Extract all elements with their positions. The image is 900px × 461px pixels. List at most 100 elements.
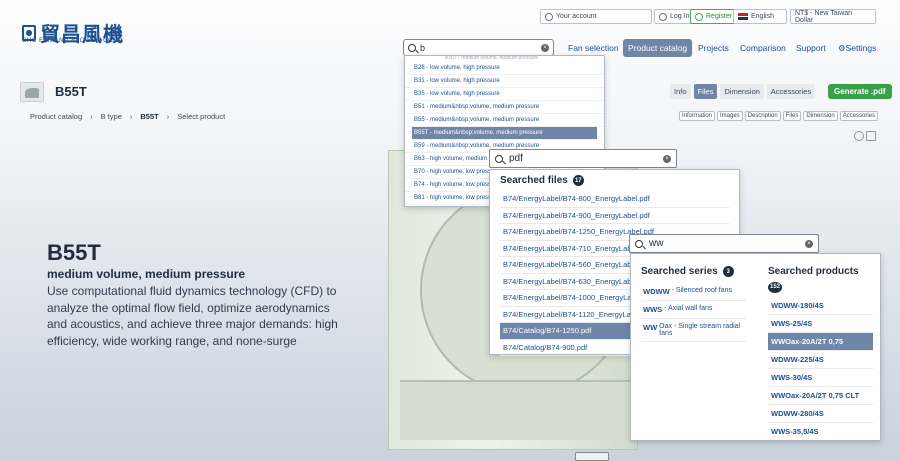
product-result-item[interactable]: WDWW-180/4S	[768, 297, 873, 315]
series-result-item[interactable]: WDWW - Silenced roof fans	[641, 283, 746, 301]
product-title: B55T	[55, 84, 87, 99]
tab-files[interactable]: Files	[693, 84, 718, 99]
series-search-dropdown: Searched series 3 WDWW - Silenced roof fa…	[630, 253, 881, 441]
series-search-value: ww	[649, 238, 664, 249]
currency-select[interactable]: NT$ - New Taiwan Dollar	[790, 9, 876, 24]
clear-search-icon[interactable]: ×	[805, 239, 813, 248]
register-button[interactable]: Register	[690, 9, 738, 24]
nav-support[interactable]: Support	[791, 39, 831, 57]
file-search-value: pdf	[509, 153, 523, 164]
product-result-item[interactable]: WWS-25/4S	[768, 315, 873, 333]
chip-information[interactable]: Information	[679, 111, 716, 121]
search-icon	[495, 154, 503, 163]
file-search-input[interactable]: pdf ×	[489, 149, 677, 168]
main-search-input[interactable]: b ×	[403, 39, 554, 56]
fan-base-image	[400, 380, 640, 440]
searched-files-title: Searched files	[500, 175, 568, 186]
nav-settings[interactable]: ⚙ Settings	[833, 39, 881, 57]
b-search-result-item[interactable]: B51 - medium&nbsp;volume, medium pressur…	[405, 101, 604, 114]
b-search-result-item[interactable]: B55T - medium&nbsp;volume, medium pressu…	[412, 127, 597, 140]
breadcrumb-separator-icon: ›	[129, 112, 133, 121]
searched-products-title: Searched products	[768, 266, 859, 277]
series-description: - Silenced roof fans	[671, 287, 732, 294]
nav-comparison[interactable]: Comparison	[735, 39, 791, 57]
tab-dimension[interactable]: Dimension	[720, 84, 764, 99]
nav-product-catalog[interactable]: Product catalog	[623, 39, 693, 57]
series-description: - Axial wall fans	[664, 305, 713, 312]
product-result-item[interactable]: WWS-35,5/4S	[768, 423, 873, 440]
section-chips: Information Images Description Files Dim…	[679, 111, 879, 121]
chip-files[interactable]: Files	[782, 111, 802, 121]
language-select[interactable]: English	[733, 9, 787, 24]
language-label: English	[751, 13, 774, 20]
searched-series-column: Searched series 3 WDWW - Silenced roof fa…	[641, 266, 746, 342]
series-results: WDWW - Silenced roof fans WWS - Axial wall …	[641, 283, 746, 342]
series-search-input[interactable]: ww ×	[629, 234, 819, 253]
series-code: WWS	[643, 305, 663, 314]
tab-accessories[interactable]: Accessories	[766, 84, 816, 99]
tab-info[interactable]: Info	[670, 84, 691, 99]
b-search-result-item[interactable]: B35 - low volume, high pressure	[405, 88, 604, 101]
user-icon	[545, 12, 553, 21]
searched-series-heading: Searched series 3	[641, 266, 746, 277]
product-result-item[interactable]: WWOax-22,4A/2T 2,2	[768, 441, 873, 442]
product-result-item[interactable]: WDWW-280/4S	[768, 405, 873, 423]
generate-pdf-button[interactable]: Generate .pdf	[828, 84, 892, 99]
b-search-result-item[interactable]: B55 - medium&nbsp;volume, medium pressur…	[405, 114, 604, 127]
searched-products-column: Searched products 152 WDWW-180/4S WWS-25/…	[768, 266, 873, 442]
breadcrumb-separator-icon: ›	[90, 112, 93, 121]
search-icon	[635, 239, 643, 248]
file-result-item[interactable]: B74/EnergyLabel/B74-800_EnergyLabel.pdf	[500, 191, 729, 208]
b-search-result-item[interactable]: B31 - low volume, high pressure	[405, 75, 604, 88]
clear-search-icon[interactable]: ×	[541, 43, 549, 52]
expand-icon[interactable]	[866, 131, 876, 141]
series-result-item[interactable]: WWS - Axial wall fans	[641, 301, 746, 319]
hero-subtitle: medium volume, medium pressure	[47, 267, 246, 281]
chip-description[interactable]: Description	[744, 111, 781, 121]
product-result-item[interactable]: WWS-30/4S	[768, 369, 873, 387]
breadcrumb-current: B55T	[140, 112, 159, 121]
searched-series-title: Searched series	[641, 266, 718, 277]
nav-projects[interactable]: Projects	[693, 39, 734, 57]
series-count-badge: 3	[722, 266, 734, 277]
hero-description: Use computational fluid dynamics technol…	[47, 284, 338, 348]
breadcrumb-product-catalog[interactable]: Product catalog	[30, 112, 82, 121]
viewer-control-button[interactable]	[575, 452, 609, 461]
account-field[interactable]: Your account	[540, 9, 652, 24]
chip-accessories[interactable]: Accessories	[839, 111, 879, 121]
chip-images[interactable]: Images	[717, 111, 743, 121]
currency-label: NT$ - New Taiwan Dollar	[795, 9, 853, 24]
product-thumbnail[interactable]	[20, 82, 44, 102]
breadcrumb: Product catalog › B type › B55T › Select…	[30, 112, 225, 121]
product-result-item[interactable]: WWOax-20A/2T 0,75	[768, 332, 873, 351]
product-results: WDWW-180/4S WWS-25/4S WWOax-20A/2T 0,75 WDW…	[768, 297, 873, 442]
series-result-item[interactable]: WW Oax - Single stream radial fans	[641, 319, 746, 342]
gear-icon: ⚙	[838, 42, 846, 53]
series-code: WDWW	[643, 287, 670, 296]
product-result-item[interactable]: WWOax-20A/2T 0,75 CLT	[768, 387, 873, 405]
register-label: Register	[706, 13, 733, 20]
uk-flag-icon	[738, 13, 748, 20]
searched-files-heading: Searched files 17	[490, 170, 739, 186]
search-icon	[408, 43, 416, 52]
files-count-badge: 17	[572, 175, 584, 186]
products-count-badge: 152	[768, 281, 783, 293]
clear-search-icon[interactable]: ×	[663, 154, 671, 163]
chip-dimension[interactable]: Dimension	[803, 111, 838, 121]
series-description: Oax - Single stream radial fans	[659, 323, 741, 337]
breadcrumb-select-product[interactable]: Select product	[177, 112, 225, 121]
login-label: Log In	[670, 13, 690, 20]
file-result-item[interactable]: B74/EnergyLabel/B74-900_EnergyLabel.pdf	[500, 208, 729, 224]
nav-settings-label: Settings	[845, 43, 877, 53]
products-count-row: 152	[768, 279, 873, 293]
b-search-result-item[interactable]: B28 - low volume, high pressure	[405, 62, 604, 75]
login-icon	[659, 12, 667, 21]
account-placeholder: Your account	[556, 13, 597, 20]
login-button[interactable]: Log In	[654, 9, 695, 24]
product-tabs: Info Files Dimension Accessories	[670, 84, 816, 99]
hero-title: B55T	[47, 240, 101, 265]
rotate-view-icon[interactable]	[854, 131, 864, 141]
product-result-item[interactable]: WDWW-225/4S	[768, 351, 873, 369]
breadcrumb-b-type[interactable]: B type	[101, 112, 122, 121]
breadcrumb-separator-icon: ›	[166, 112, 170, 121]
